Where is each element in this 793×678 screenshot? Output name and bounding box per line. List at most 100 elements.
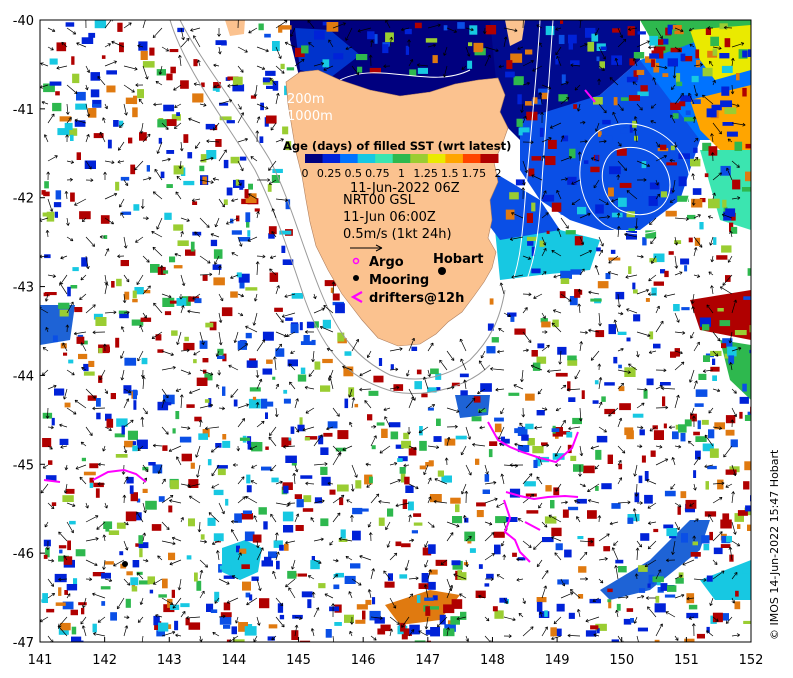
sst-pixel: [556, 603, 565, 612]
sst-pixel: [219, 565, 232, 570]
colorbar-swatch: [427, 154, 446, 163]
sst-pixel: [557, 346, 567, 355]
sst-pixel: [577, 536, 584, 540]
sst-pixel: [166, 184, 173, 188]
sst-pixel: [489, 298, 494, 305]
sst-pixel: [172, 428, 176, 434]
sst-pixel: [232, 76, 243, 86]
sst-pixel: [230, 156, 240, 164]
sst-pixel: [95, 488, 100, 498]
sst-pixel: [58, 545, 67, 549]
sst-pixel: [536, 597, 547, 603]
colorbar-tick-label: 2: [495, 167, 502, 180]
sst-pixel: [92, 623, 97, 633]
sst-pixel: [118, 310, 128, 314]
sst-pixel: [194, 572, 198, 582]
sst-pixel: [678, 101, 686, 107]
sst-pixel: [639, 429, 645, 436]
sst-pixel: [55, 602, 66, 606]
sst-pixel: [539, 127, 544, 137]
sst-pixel: [42, 212, 55, 217]
sst-pixel: [433, 436, 442, 442]
y-tick-label: -46: [13, 547, 34, 562]
sst-pixel: [568, 612, 575, 619]
sst-pixel: [568, 42, 573, 50]
sst-pixel: [526, 213, 533, 223]
colorbar-swatch: [357, 154, 376, 163]
sst-pixel: [43, 292, 50, 297]
info-scale: 0.5m/s (1kt 24h): [343, 227, 452, 242]
sst-pixel: [531, 202, 536, 212]
sst-pixel: [443, 628, 455, 637]
sst-pixel: [213, 277, 225, 286]
sst-pixel: [421, 393, 428, 398]
sst-pixel: [600, 46, 607, 51]
sst-pixel: [475, 458, 480, 465]
sst-pixel: [716, 255, 728, 260]
sst-pixel: [601, 396, 606, 402]
sst-pixel: [96, 398, 101, 407]
sst-pixel: [675, 73, 681, 83]
sst-pixel: [680, 258, 690, 265]
sst-pixel: [222, 434, 227, 440]
sst-pixel: [525, 49, 533, 55]
x-tick-label: 145: [286, 653, 311, 668]
sst-pixel: [544, 516, 557, 524]
sst-pixel: [644, 494, 653, 504]
sst-pixel: [469, 548, 476, 553]
sst-pixel: [299, 640, 311, 642]
sst-pixel: [262, 77, 270, 83]
sst-pixel: [429, 494, 442, 503]
sst-pixel: [728, 355, 735, 364]
sst-pixel: [747, 524, 751, 531]
sst-pixel: [663, 524, 674, 529]
sst-pixel: [138, 535, 143, 544]
sst-pixel: [724, 107, 737, 115]
sst-pixel: [64, 590, 68, 595]
sst-pixel: [74, 307, 83, 313]
sst-pixel: [374, 34, 378, 44]
sst-pixel: [175, 411, 180, 420]
sst-pixel: [128, 137, 133, 144]
colorbar-swatch: [410, 154, 429, 163]
sst-pixel: [352, 507, 363, 515]
sst-pixel: [311, 339, 316, 346]
sst-pixel: [173, 265, 183, 269]
sst-pixel: [322, 319, 331, 329]
sst-pixel: [587, 510, 597, 519]
sst-pixel: [734, 141, 743, 151]
sst-pixel: [325, 629, 332, 638]
sst-pixel: [615, 291, 625, 300]
sst-pixel: [488, 449, 493, 458]
sst-pixel: [314, 30, 325, 40]
sst-pixel: [58, 302, 70, 309]
sst-pixel: [140, 317, 152, 322]
sst-pixel: [550, 627, 557, 637]
sst-pixel: [742, 383, 747, 392]
sst-pixel: [413, 522, 423, 526]
sst-pixel: [419, 465, 427, 470]
sst-pixel: [132, 298, 138, 303]
sst-pixel: [132, 389, 137, 400]
sst-pixel: [615, 559, 624, 564]
sst-pixel: [265, 115, 277, 124]
sst-pixel: [83, 371, 95, 376]
sst-pixel: [249, 387, 261, 392]
sst-pixel: [202, 274, 208, 281]
sst-pixel: [667, 58, 678, 67]
sst-pixel: [573, 464, 584, 472]
sst-pixel: [555, 372, 568, 377]
sst-pixel: [750, 602, 751, 607]
sst-pixel: [568, 397, 576, 402]
sst-pixel: [628, 266, 632, 274]
sst-pixel: [478, 564, 483, 569]
sst-pixel: [283, 389, 288, 394]
sst-pixel: [320, 447, 329, 455]
sst-pixel: [217, 468, 226, 476]
sst-pixel: [290, 323, 299, 334]
sst-pixel: [43, 539, 51, 547]
sst-pixel: [126, 571, 133, 576]
sst-pixel: [107, 139, 112, 149]
sst-pixel: [463, 562, 468, 566]
sst-pixel: [451, 560, 461, 566]
